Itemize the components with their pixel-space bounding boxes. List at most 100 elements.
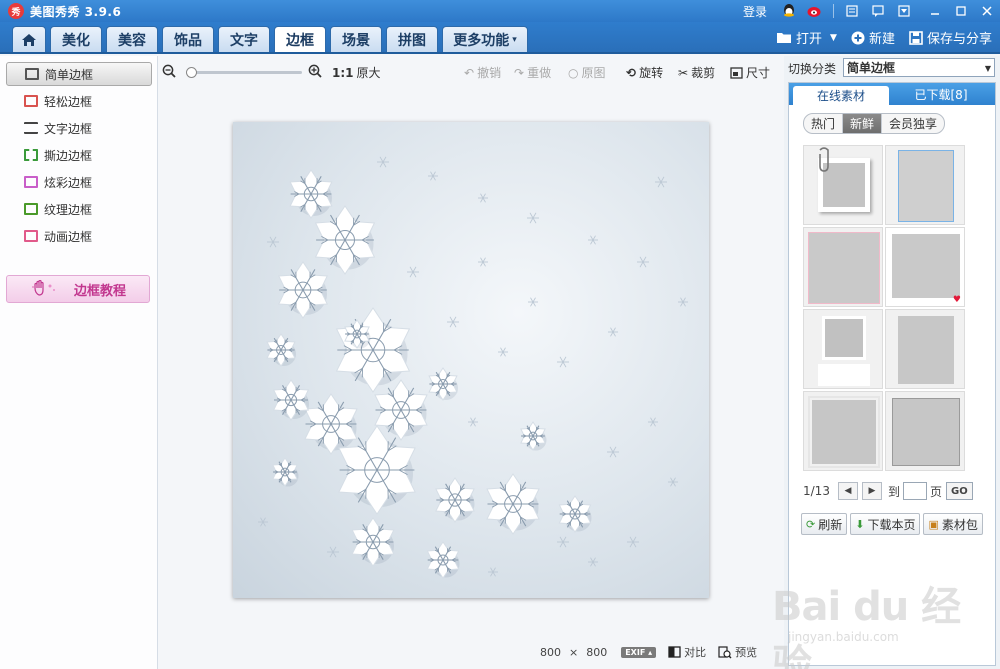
snowflake-artwork (258, 156, 688, 579)
tab-online-material[interactable]: 在线素材 (793, 86, 889, 105)
frame-thumb[interactable] (803, 391, 883, 471)
rotate-button[interactable]: ⟲ 旋转 (626, 64, 663, 81)
tab-home[interactable] (12, 26, 46, 52)
snowflake (407, 266, 419, 278)
filter-vip[interactable]: 会员独享 (882, 114, 944, 133)
zoom-in-icon[interactable] (308, 64, 322, 82)
frame-thumb[interactable] (803, 227, 883, 307)
tab-more[interactable]: 更多功能 ▾ (442, 26, 528, 52)
frame-item-label: 炫彩边框 (44, 175, 93, 190)
frame-thumb[interactable] (803, 309, 883, 389)
frame-thumbnail-grid: ♥ (803, 145, 967, 475)
redo-button[interactable]: ↷ 重做 (514, 64, 551, 81)
snowflake (557, 536, 569, 548)
refresh-label: 刷新 (818, 517, 843, 532)
texture-frame-icon (24, 203, 38, 215)
frame-item-torn[interactable]: 撕边边框 (6, 143, 152, 167)
crop-button[interactable]: ✂ 裁剪 (678, 64, 715, 81)
compare-button[interactable]: 对比 (668, 644, 706, 660)
skin-icon[interactable] (844, 3, 860, 19)
weibo-icon[interactable] (807, 3, 823, 19)
tab-text[interactable]: 文字 (218, 26, 270, 52)
frame-item-easy[interactable]: 轻松边框 (6, 89, 152, 113)
undo-button[interactable]: ↶ 撤销 (464, 64, 501, 81)
circle-icon: ○ (568, 65, 579, 80)
tab-downloaded[interactable]: 已下载[8] (889, 83, 993, 105)
download-page-button[interactable]: ⬇ 下载本页 (850, 513, 921, 535)
menu-icon[interactable] (896, 3, 912, 19)
minimize-icon[interactable] (922, 1, 948, 21)
tab-beautify[interactable]: 美化 (50, 26, 102, 52)
frame-thumb[interactable] (885, 309, 965, 389)
actual-size-button[interactable]: 1:1 原大 (332, 64, 381, 81)
exif-button[interactable]: EXIF ▴ (621, 646, 657, 658)
frame-item-colorful[interactable]: 炫彩边框 (6, 170, 152, 194)
frame-thumb[interactable]: ♥ (885, 227, 965, 307)
crop-label: 裁剪 (691, 66, 716, 80)
save-share-button[interactable]: 保存与分享 (909, 28, 992, 47)
refresh-button[interactable]: ⟳ 刷新 (801, 513, 848, 535)
page-input[interactable] (902, 482, 927, 500)
preview-button[interactable]: 预览 (718, 644, 757, 660)
ratio-label: 1:1 (332, 65, 354, 80)
frame-item-label: 轻松边框 (44, 94, 93, 109)
qq-icon[interactable] (781, 3, 797, 19)
page-indicator: 1/13 (803, 484, 830, 498)
frame-thumb[interactable] (885, 391, 965, 471)
open-button[interactable]: 打开 ▼ (776, 28, 837, 47)
frame-item-animated[interactable]: 动画边框 (6, 224, 152, 248)
tab-accessory[interactable]: 饰品 (162, 26, 214, 52)
edit-toolbar: 1:1 原大 ↶ 撤销 ↷ 重做 ○ 原图 ⟲ 旋转 ✂ 裁剪 尺寸 (158, 56, 784, 88)
filter-new[interactable]: 新鲜 (843, 114, 883, 133)
photo-canvas[interactable] (233, 122, 709, 598)
login-link[interactable]: 登录 (743, 3, 767, 20)
frame-item-texture[interactable]: 纹理边框 (6, 197, 152, 221)
tab-makeup[interactable]: 美容 (106, 26, 158, 52)
frame-item-simple[interactable]: 简单边框 (6, 62, 152, 86)
open-dropdown-icon[interactable]: ▼ (830, 33, 837, 43)
prev-page-button[interactable]: ◀ (837, 482, 858, 500)
next-page-button[interactable]: ▶ (861, 482, 882, 500)
rotate-label: 旋转 (639, 66, 664, 80)
snowflake (668, 477, 678, 487)
category-switcher: 切换分类 简单边框 ▼ (788, 58, 996, 78)
hand-icon (31, 280, 55, 296)
original-image-button[interactable]: ○ 原图 (568, 64, 606, 81)
select-arrow-icon: ▼ (984, 64, 991, 73)
snowflake (468, 417, 478, 427)
frame-thumb[interactable] (885, 145, 965, 225)
zoom-slider[interactable] (186, 67, 302, 78)
tab-collage[interactable]: 拼图 (386, 26, 438, 52)
frame-item-text[interactable]: 文字边框 (6, 116, 152, 140)
text-frame-icon (24, 122, 38, 134)
save-icon (909, 30, 923, 45)
tab-more-label: 更多功能 (453, 32, 510, 49)
size-label: 尺寸 (746, 66, 771, 80)
go-button[interactable]: GO (945, 482, 973, 500)
feature-tabs: 美化 美容 饰品 文字 边框 场景 拼图 更多功能 ▾ (12, 26, 532, 52)
library-tabs: 在线素材 已下载[8] (789, 83, 995, 105)
refresh-icon: ⟳ (806, 517, 816, 531)
new-button[interactable]: 新建 (851, 28, 895, 47)
category-select[interactable]: 简单边框 ▼ (843, 58, 995, 77)
snowflake (335, 307, 411, 393)
save-share-label: 保存与分享 (926, 32, 992, 47)
feedback-icon[interactable] (870, 3, 886, 19)
material-library: 在线素材 已下载[8] 热门 新鲜 会员独享 ♥ 1/13 ◀ ▶ 到 页 GO… (788, 82, 996, 666)
original-label: 原图 (581, 66, 606, 80)
snowflake (351, 517, 395, 567)
zoom-slider-thumb[interactable] (186, 67, 197, 78)
tab-scene[interactable]: 场景 (330, 26, 382, 52)
frame-thumb[interactable] (803, 145, 883, 225)
frame-item-label: 纹理边框 (44, 202, 93, 217)
title-separator (833, 4, 834, 18)
package-icon: ▣ (928, 517, 939, 531)
maximize-icon[interactable] (948, 1, 974, 21)
material-pack-button[interactable]: ▣ 素材包 (923, 513, 983, 535)
tab-frame[interactable]: 边框 (274, 26, 326, 52)
close-icon[interactable] (974, 1, 1000, 21)
frame-tutorial-button[interactable]: 边框教程 (6, 275, 150, 303)
filter-hot[interactable]: 热门 (804, 114, 844, 133)
zoom-out-icon[interactable] (162, 64, 176, 82)
resize-button[interactable]: 尺寸 (730, 64, 770, 81)
